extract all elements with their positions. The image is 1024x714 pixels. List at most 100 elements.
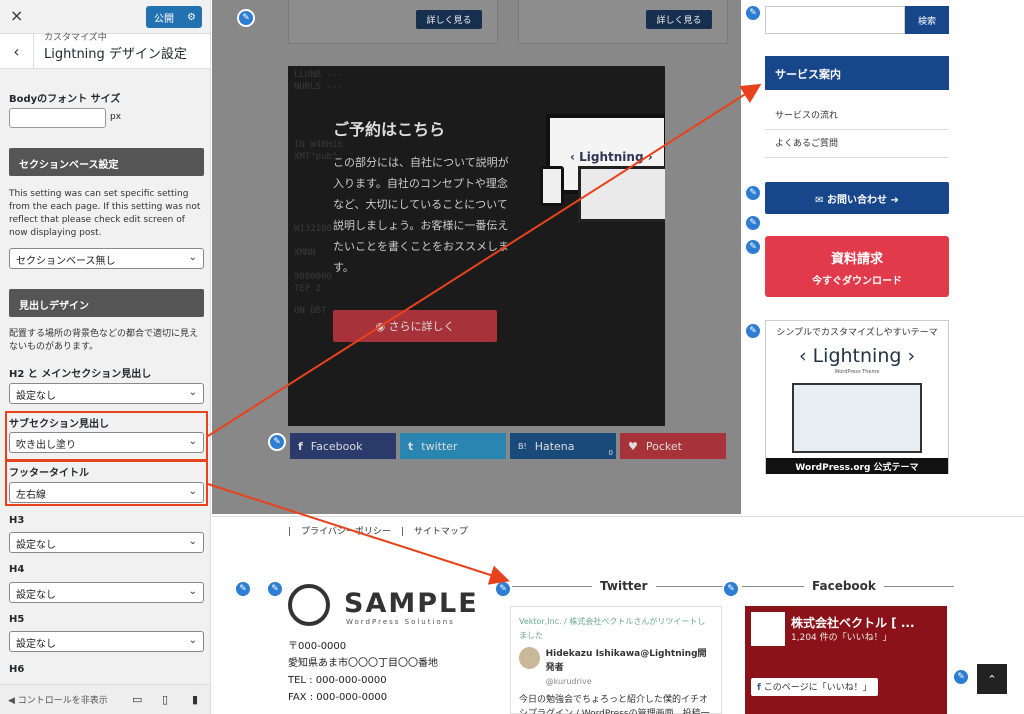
mobile-icon[interactable]: ▮	[192, 693, 198, 706]
h3-select[interactable]: 設定なし ⌄	[9, 532, 204, 553]
avatar	[519, 647, 540, 669]
heading-line	[742, 585, 804, 587]
hide-controls-button[interactable]: ◀ コントロールを非表示	[8, 693, 108, 706]
share-facebook-label: Facebook	[310, 439, 363, 453]
subsection-select[interactable]: 吹き出し塗り ⌄	[9, 432, 204, 453]
address-fax: FAX : 000-000-0000	[288, 692, 388, 703]
section-base-select[interactable]: セクションベース無し ⌄	[9, 248, 204, 269]
footer-divider	[212, 516, 1024, 517]
sample-logo-word: SAMPLE	[344, 588, 479, 619]
service-item[interactable]: サービスの流れ	[765, 102, 949, 130]
hero-code-line: W132100	[294, 224, 332, 234]
edit-pencil-icon[interactable]: ✎	[266, 580, 284, 598]
desktop-icon[interactable]: ▭	[132, 693, 142, 706]
h5-select[interactable]: 設定なし ⌄	[9, 631, 204, 652]
edit-pencil-icon[interactable]: ✎	[237, 9, 255, 27]
hero-code-line: LLUNB ---	[294, 70, 343, 80]
publish-button[interactable]: 公開 ⚙	[146, 6, 202, 28]
hero-brand-logo: ‹ Lightning ›	[570, 150, 653, 164]
section-base-desc: This setting was can set specific settin…	[9, 189, 201, 238]
facebook-page-plugin[interactable]: 株式会社ベクトル [ ... 1,204 件の「いいね！」 f このページに「い…	[745, 606, 947, 714]
section-title: Lightning デザイン設定	[44, 47, 187, 62]
more-button[interactable]: 詳しく見る	[416, 10, 482, 29]
facebook-page-name[interactable]: 株式会社ベクトル [ ...	[791, 614, 915, 631]
hero-title: ご予約はこちら	[333, 120, 446, 139]
back-icon[interactable]: ‹	[0, 34, 34, 68]
facebook-heading: Facebook	[742, 579, 954, 593]
customizer-topbar: × 公開 ⚙	[0, 0, 210, 33]
footer-title-select[interactable]: 左右線 ⌄	[9, 482, 204, 503]
heading-design-button[interactable]: 見出しデザイン	[9, 289, 204, 317]
chevron-down-icon: ⌄	[188, 586, 197, 597]
h4-select[interactable]: 設定なし ⌄	[9, 582, 204, 603]
customizer-panel: × 公開 ⚙ ‹ カスタマイズ中 Lightning デザイン設定 Bodyのフ…	[0, 0, 211, 714]
edit-pencil-icon[interactable]: ✎	[722, 580, 740, 598]
edit-pencil-icon[interactable]: ✎	[952, 668, 970, 686]
footer-title-select-value: 左右線	[16, 490, 46, 501]
h4-select-value: 設定なし	[16, 590, 56, 601]
hatena-icon: B!	[518, 441, 527, 451]
edit-pencil-icon[interactable]: ✎	[744, 322, 762, 340]
twitter-heading-text: Twitter	[600, 579, 648, 593]
hero-code-line: 9000000	[294, 272, 332, 282]
hero-code-line: XMT"pub"	[294, 152, 338, 162]
edit-pencil-icon[interactable]: ✎	[268, 433, 286, 451]
edit-pencil-icon[interactable]: ✎	[744, 214, 762, 232]
sample-logo-subtitle: WordPress Solutions	[346, 618, 455, 626]
banner-logo: ‹ Lightning ›	[798, 345, 916, 367]
edit-pencil-icon[interactable]: ✎	[494, 580, 512, 598]
address-street: 愛知県あま市〇〇〇丁目〇〇番地	[288, 658, 438, 669]
share-hatena-count: 0	[608, 449, 613, 457]
site-preview: 詳しく見る 詳しく見る ✎ LLUNB --- NURLS --- IN W4B…	[212, 0, 1024, 714]
search-input[interactable]	[765, 6, 905, 34]
share-facebook-button[interactable]: f Facebook	[290, 433, 396, 459]
edit-pencil-icon[interactable]: ✎	[744, 238, 762, 256]
body-font-input[interactable]	[9, 108, 106, 128]
h2-select[interactable]: 設定なし ⌄	[9, 383, 204, 404]
hero-code-line: IN W4BH16	[294, 140, 343, 150]
tweet-author: Hidekazu Ishikawa@Lightning開発者	[545, 649, 707, 673]
back-to-top-button[interactable]: ⌃	[977, 664, 1007, 694]
twitter-icon: t	[408, 439, 414, 453]
section-base-button[interactable]: セクションベース設定	[9, 148, 204, 176]
twitter-timeline[interactable]: Vektor,Inc. / 株式会社ベクトルさんがリツイートしました Hidek…	[510, 606, 722, 714]
address-tel: TEL : 000-000-0000	[288, 675, 387, 686]
hero-code-line: TEP 2	[294, 284, 322, 294]
body-font-label: Bodyのフォント サイズ	[9, 94, 121, 105]
hero-code-line: XMNN	[294, 248, 316, 258]
edit-pencil-icon[interactable]: ✎	[234, 580, 252, 598]
close-icon[interactable]: ×	[10, 6, 23, 25]
footer-link-sitemap[interactable]: サイトマップ	[414, 527, 468, 537]
facebook-like-count: 1,204 件の「いいね！」	[791, 633, 892, 643]
tweet-retweet-note: Vektor,Inc. / 株式会社ベクトルさんがリツイートしました	[519, 617, 706, 640]
share-twitter-button[interactable]: t twitter	[400, 433, 506, 459]
edit-pencil-icon[interactable]: ✎	[744, 4, 762, 22]
publish-label: 公開	[154, 13, 174, 25]
customizer-footer: ◀ コントロールを非表示 ▭ ▯ ▮	[0, 684, 210, 714]
document-request-button[interactable]: 資料請求 今すぐダウンロード	[765, 236, 949, 297]
search-button[interactable]: 検索	[905, 6, 949, 34]
chevron-down-icon: ⌄	[188, 486, 197, 497]
gear-icon[interactable]: ⚙	[187, 12, 196, 23]
chevron-down-icon: ⌄	[188, 436, 197, 447]
service-item[interactable]: よくあるご質問	[765, 130, 949, 158]
edit-pencil-icon[interactable]: ✎	[744, 184, 762, 202]
share-hatena-button[interactable]: B! Hatena 0	[510, 433, 616, 459]
footer-link-privacy[interactable]: プライバシーポリシー	[301, 527, 391, 537]
h5-select-value: 設定なし	[16, 639, 56, 650]
reservation-hero: LLUNB --- NURLS --- IN W4BH16 XMT"pub" W…	[288, 66, 665, 426]
hero-more-button[interactable]: ◉ さらに詳しく	[333, 310, 497, 342]
facebook-like-button[interactable]: f このページに「いいね！」	[751, 678, 878, 696]
h3-select-value: 設定なし	[16, 540, 56, 551]
contact-button[interactable]: ✉ お問い合わせ ➜	[765, 182, 949, 214]
banner-subtitle: WordPress Theme	[834, 369, 880, 375]
more-button[interactable]: 詳しく見る	[646, 10, 712, 29]
lightning-banner[interactable]: シンプルでカスタマイズしやすいテーマ ‹ Lightning › WordPre…	[765, 320, 949, 474]
chevron-down-icon: ⌄	[188, 387, 197, 398]
share-pocket-label: Pocket	[645, 439, 682, 453]
hero-description: この部分には、自社について説明が入ります。自社のコンセプトや理念など、大切にして…	[333, 156, 509, 274]
hero-code-line: ON DBT	[294, 306, 327, 316]
tablet-icon[interactable]: ▯	[162, 693, 168, 706]
share-pocket-button[interactable]: ♥ Pocket	[620, 433, 726, 459]
h6-label: H6	[9, 664, 25, 675]
